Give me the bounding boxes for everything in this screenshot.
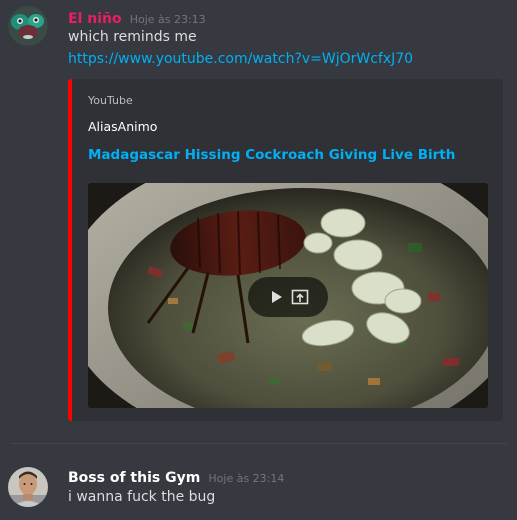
avatar[interactable] [8, 6, 48, 46]
video-embed: YouTube AliasAnimo Madagascar Hissing Co… [68, 79, 503, 421]
message-group: El niño Hoje às 23:13 which reminds me h… [0, 0, 517, 440]
message-divider [10, 443, 507, 444]
username[interactable]: El niño [68, 11, 122, 27]
embed-author[interactable]: AliasAnimo [88, 119, 157, 134]
message-text: i wanna fuck the bug [68, 489, 216, 505]
video-controls [248, 277, 328, 317]
avatar-image [8, 467, 48, 507]
video-thumbnail[interactable] [88, 183, 488, 408]
message-header: El niño Hoje às 23:13 [68, 8, 206, 27]
message-group: Boss of this Gym Hoje às 23:14 i wanna f… [0, 450, 517, 520]
avatar[interactable] [8, 467, 48, 507]
message-link[interactable]: https://www.youtube.com/watch?v=WjOrWcfx… [68, 51, 413, 67]
message-header: Boss of this Gym Hoje às 23:14 [68, 467, 284, 486]
embed-provider: YouTube [88, 94, 133, 107]
username[interactable]: Boss of this Gym [68, 470, 200, 486]
play-icon[interactable] [266, 287, 286, 307]
embed-accent-bar [68, 79, 72, 421]
chat-window: El niño Hoje às 23:13 which reminds me h… [0, 0, 517, 520]
open-external-icon[interactable] [290, 287, 310, 307]
message-text: which reminds me [68, 29, 197, 45]
avatar-image [8, 6, 48, 46]
embed-title[interactable]: Madagascar Hissing Cockroach Giving Live… [88, 147, 455, 163]
timestamp: Hoje às 23:14 [208, 472, 285, 485]
timestamp: Hoje às 23:13 [129, 13, 206, 26]
